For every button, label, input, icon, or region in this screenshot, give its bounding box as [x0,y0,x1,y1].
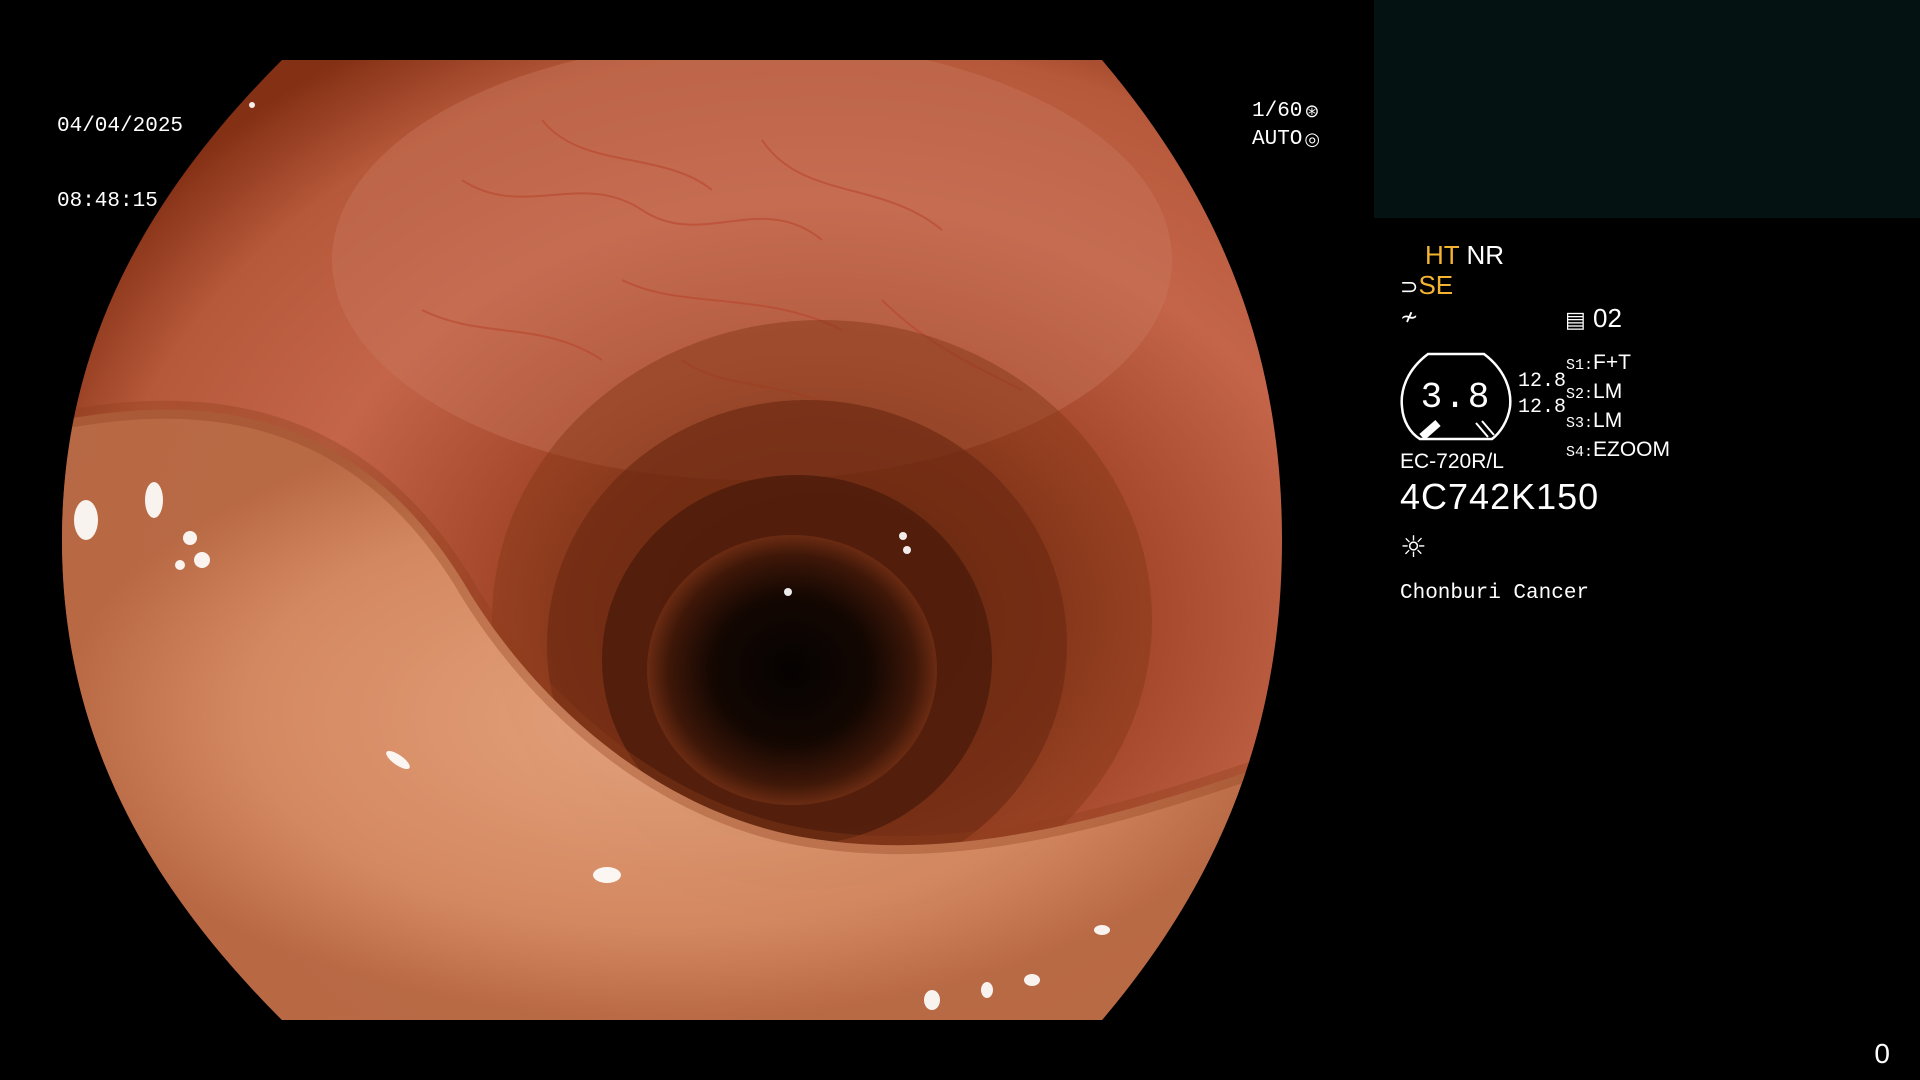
mode-nr: NR [1466,240,1504,270]
gauge: 3.8 [1400,351,1512,443]
switch-list: S1:F+T S2:LM S3:LM S4:EZOOM [1566,350,1670,466]
mode-row-3: ≁ [1400,300,1418,333]
brightness-values: 12.8 12.8 [1518,369,1566,421]
mode-ht: HT [1425,240,1460,270]
gauge-value: 3.8 [1420,376,1492,418]
memory-indicator: ▤ 02 [1565,303,1622,336]
hospital-name: Chonburi Cancer [1400,582,1590,605]
shutter-icon: ⊛ [1304,101,1320,122]
switch-item-1: S1:F+T [1566,351,1631,374]
iris-mode-text: AUTO [1252,128,1303,151]
scope-model: EC-720R/L [1400,450,1504,473]
mode-row-1: HT NR [1425,240,1504,270]
switch-item-4: S4:EZOOM [1566,438,1671,461]
exposure-info: 1/60 ⊛ AUTO ◎ [1252,98,1320,154]
hand-icon: ⊃ [1400,275,1419,300]
memory-number: 02 [1593,303,1622,333]
image-counter: 0 [1874,1038,1890,1069]
mode-se: SE [1418,270,1454,300]
datetime-display: 04/04/2025 08:48:15 [57,64,183,239]
brightness-value-1: 12.8 [1518,370,1567,393]
thumbnail-panel [1374,0,1920,218]
shutter-speed-text: 1/60 [1252,100,1303,123]
lamp-icon: ☼ [1400,530,1427,565]
time-text: 08:48:15 [57,190,158,213]
scope-info-panel: HT NR ⊃SE ≁ ▤ 02 3.8 12.8 12.8 S1:F+T S2… [1400,240,1900,620]
scope-serial: 4C742K150 [1400,476,1600,517]
mode-row-2: ⊃SE [1400,270,1453,303]
brightness-value-2: 12.8 [1518,396,1567,419]
endoscope-image [62,60,1282,1020]
memory-icon: ▤ [1565,308,1586,333]
switch-item-3: S3:LM [1566,409,1623,432]
date-text: 04/04/2025 [57,115,184,138]
switch-item-2: S2:LM [1566,380,1623,403]
iris-icon: ◎ [1304,129,1321,150]
curve-icon: ≁ [1400,305,1419,330]
